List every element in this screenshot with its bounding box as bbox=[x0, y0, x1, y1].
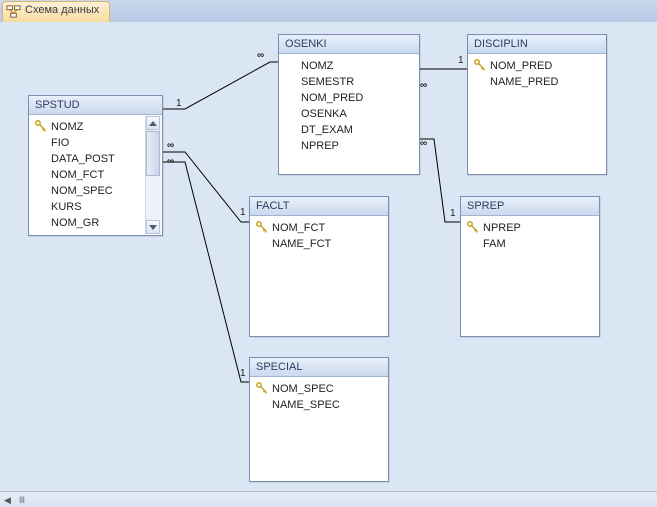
table-title[interactable]: SPECIAL bbox=[250, 358, 388, 377]
card-one: 1 bbox=[176, 98, 182, 109]
card-many: ∞ bbox=[420, 138, 426, 149]
table-title[interactable]: SPREP bbox=[461, 197, 599, 216]
field-nprep[interactable]: NPREP bbox=[281, 138, 417, 154]
tab-schema[interactable]: Схема данных bbox=[2, 1, 110, 22]
card-many: ∞ bbox=[257, 50, 263, 61]
field-semestr[interactable]: SEMESTR bbox=[281, 74, 417, 90]
primary-key-icon bbox=[467, 221, 479, 233]
field-nom-gr[interactable]: NOM_GR bbox=[31, 215, 144, 231]
chevron-up-icon bbox=[149, 121, 157, 126]
card-many: ∞ bbox=[167, 156, 173, 167]
field-dt-exam[interactable]: DT_EXAM bbox=[281, 122, 417, 138]
table-title[interactable]: OSENKI bbox=[279, 35, 419, 54]
field-fio[interactable]: FIO bbox=[31, 135, 144, 151]
scroll-up-button[interactable] bbox=[146, 116, 160, 130]
tab-label: Схема данных bbox=[25, 4, 99, 16]
primary-key-icon bbox=[474, 59, 486, 71]
table-title[interactable]: SPSTUD bbox=[29, 96, 162, 115]
field-name-spec[interactable]: NAME_SPEC bbox=[252, 397, 386, 413]
table-sprep[interactable]: SPREP NPREP FAM bbox=[460, 196, 600, 337]
field-nomz[interactable]: NOMZ bbox=[281, 58, 417, 74]
relationships-canvas[interactable]: 1 ∞ ∞ 1 ∞ 1 ∞ 1 ∞ 1 SPSTUD NOMZ FIO DATA… bbox=[0, 22, 657, 507]
scroll-down-button[interactable] bbox=[146, 220, 160, 234]
chevron-down-icon bbox=[149, 225, 157, 230]
field-fam[interactable]: FAM bbox=[463, 236, 597, 252]
field-name-pred[interactable]: NAME_PRED bbox=[470, 74, 604, 90]
field-nom-pred[interactable]: NOM_PRED bbox=[470, 58, 604, 74]
table-spstud[interactable]: SPSTUD NOMZ FIO DATA_POST NOM_FCT NOM_SP… bbox=[28, 95, 163, 236]
card-one: 1 bbox=[240, 207, 246, 218]
record-navigator: ◀ Ⅲ bbox=[0, 491, 657, 507]
table-disciplin[interactable]: DISCIPLIN NOM_PRED NAME_PRED bbox=[467, 34, 607, 175]
scrollbar[interactable] bbox=[145, 116, 161, 234]
primary-key-icon bbox=[256, 221, 268, 233]
field-nom-spec[interactable]: NOM_SPEC bbox=[252, 381, 386, 397]
table-title[interactable]: FACLT bbox=[250, 197, 388, 216]
primary-key-icon bbox=[35, 120, 47, 132]
field-osenka[interactable]: OSENKA bbox=[281, 106, 417, 122]
card-many: ∞ bbox=[167, 140, 173, 151]
field-nom-fct[interactable]: NOM_FCT bbox=[31, 167, 144, 183]
field-name-fct[interactable]: NAME_FCT bbox=[252, 236, 386, 252]
table-faclt[interactable]: FACLT NOM_FCT NAME_FCT bbox=[249, 196, 389, 337]
card-many: ∞ bbox=[420, 80, 426, 91]
table-title[interactable]: DISCIPLIN bbox=[468, 35, 606, 54]
relationships-icon bbox=[6, 4, 21, 19]
card-one: 1 bbox=[240, 368, 246, 379]
field-data-post[interactable]: DATA_POST bbox=[31, 151, 144, 167]
field-nom-fct[interactable]: NOM_FCT bbox=[252, 220, 386, 236]
primary-key-icon bbox=[256, 382, 268, 394]
table-special[interactable]: SPECIAL NOM_SPEC NAME_SPEC bbox=[249, 357, 389, 482]
nav-separator-icon: Ⅲ bbox=[19, 495, 25, 506]
field-nom-spec[interactable]: NOM_SPEC bbox=[31, 183, 144, 199]
field-nprep[interactable]: NPREP bbox=[463, 220, 597, 236]
field-kurs[interactable]: KURS bbox=[31, 199, 144, 215]
nav-first-icon[interactable]: ◀ bbox=[4, 495, 11, 506]
scroll-thumb[interactable] bbox=[146, 131, 160, 176]
tab-bar: Схема данных bbox=[0, 0, 657, 23]
field-nom-pred[interactable]: NOM_PRED bbox=[281, 90, 417, 106]
card-one: 1 bbox=[450, 208, 456, 219]
table-osenki[interactable]: OSENKI NOMZ SEMESTR NOM_PRED OSENKA DT_E… bbox=[278, 34, 420, 175]
relationships-window: Схема данных 1 ∞ ∞ 1 ∞ 1 ∞ 1 ∞ 1 SP bbox=[0, 0, 657, 507]
field-nomz[interactable]: NOMZ bbox=[31, 119, 144, 135]
card-one: 1 bbox=[458, 55, 464, 66]
